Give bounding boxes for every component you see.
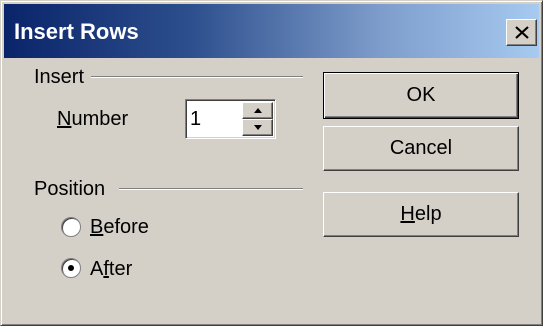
arrow-down-icon [254,125,262,130]
insert-group-label: Insert [34,66,85,88]
close-button[interactable] [506,19,537,46]
after-label[interactable]: After [90,257,132,281]
number-input[interactable] [190,107,238,131]
close-icon [515,26,529,39]
position-group-label: Position [34,178,106,200]
spin-down-button[interactable] [242,119,273,136]
number-label: Number [57,108,129,130]
ok-button[interactable]: OK [323,72,519,119]
window-title: Insert Rows [14,19,139,44]
radio-before[interactable] [61,217,81,237]
radio-selected-dot [68,265,74,271]
help-button[interactable]: Help [323,192,519,237]
position-group-divider [119,188,303,190]
cancel-button[interactable]: Cancel [323,126,519,171]
spin-up-button[interactable] [242,102,273,119]
insert-group-divider [91,76,303,78]
title-bar[interactable]: Insert Rows [4,4,539,58]
number-spinbox [185,99,276,139]
radio-after[interactable] [61,258,81,278]
before-label[interactable]: Before [90,215,149,239]
arrow-up-icon [254,108,262,113]
insert-rows-dialog: Insert Rows Insert Number Position Befor… [0,0,543,326]
